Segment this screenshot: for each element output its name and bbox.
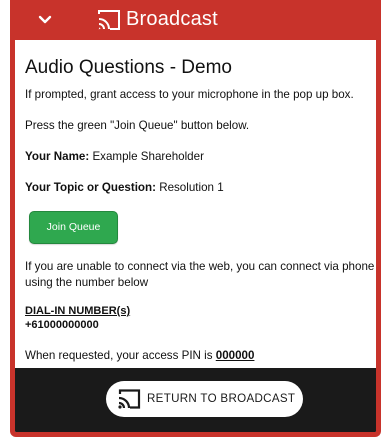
name-line: Your Name: Example Shareholder (25, 149, 204, 165)
topic-label: Your Topic or Question: (25, 181, 156, 194)
join-instruction: Press the green "Join Queue" button belo… (25, 119, 250, 132)
pin-line: When requested, your access PIN is 00000… (25, 348, 254, 364)
microphone-instruction: If prompted, grant access to your microp… (25, 88, 354, 101)
dial-in-label: DIAL-IN NUMBER(s) (25, 305, 131, 317)
cast-icon (118, 389, 141, 409)
name-value: Example Shareholder (89, 150, 204, 163)
join-queue-button[interactable]: Join Queue (29, 211, 118, 244)
header-title: Broadcast (126, 8, 218, 30)
phone-instruction: If you are unable to connect via the web… (25, 260, 375, 289)
name-label: Your Name: (25, 150, 90, 163)
dial-in-number: +61000000000 (25, 319, 99, 331)
return-button-label: RETURN TO BROADCAST (147, 392, 296, 405)
audio-questions-panel: Broadcast Audio Questions - Demo If prom… (10, 0, 381, 437)
page-title: Audio Questions - Demo (25, 57, 232, 78)
chevron-down-icon[interactable] (36, 12, 54, 28)
cast-icon (98, 10, 120, 30)
topic-line: Your Topic or Question: Resolution 1 (25, 180, 224, 196)
panel-footer: RETURN TO BROADCAST (15, 368, 376, 432)
return-to-broadcast-button[interactable]: RETURN TO BROADCAST (106, 381, 303, 417)
panel-header: Broadcast (15, 0, 376, 40)
pin-text: When requested, your access PIN is (25, 349, 216, 362)
topic-value: Resolution 1 (155, 181, 224, 194)
pin-value: 000000 (215, 349, 255, 362)
